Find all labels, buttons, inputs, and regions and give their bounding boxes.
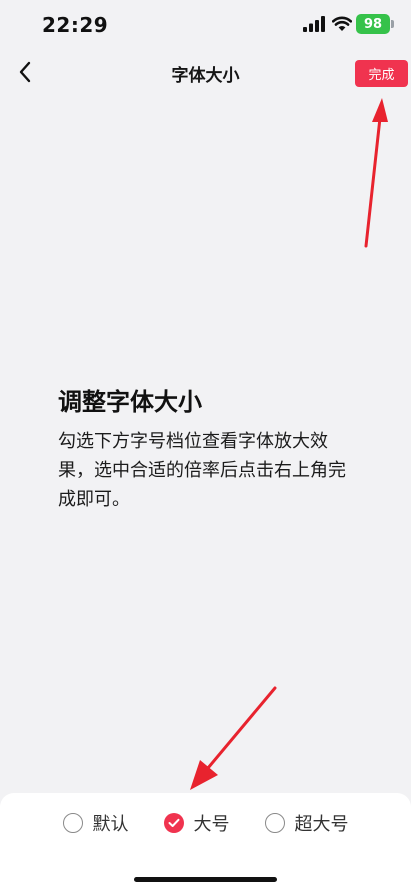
battery-level: 98	[363, 16, 383, 32]
content-heading: 调整字体大小	[58, 388, 202, 416]
content-description: 勾选下方字号档位查看字体放大效果，选中合适的倍率后点击右上角完成即可。	[58, 431, 346, 510]
nav-bar: 字体大小	[0, 50, 411, 96]
status-time: 22:29	[42, 13, 109, 37]
font-size-options: 默认 大号 超大号	[0, 810, 411, 836]
option-default[interactable]: 默认	[62, 810, 129, 836]
battery-icon: 98	[356, 14, 390, 34]
battery-cap	[391, 20, 394, 28]
home-indicator	[134, 877, 277, 882]
signal-icon	[303, 16, 325, 32]
radio-unchecked-icon[interactable]	[62, 813, 83, 833]
option-label: 默认	[92, 814, 129, 835]
option-label: 超大号	[294, 814, 349, 835]
option-extra-large[interactable]: 超大号	[264, 810, 349, 836]
wifi-icon	[332, 16, 352, 31]
status-bar: 22:29 98	[0, 0, 411, 50]
radio-checked-icon[interactable]	[163, 813, 184, 833]
option-label: 大号	[193, 814, 230, 835]
arrow-to-done-button	[364, 98, 388, 248]
arrow-to-large-option	[190, 686, 277, 790]
done-button[interactable]: 完成	[355, 60, 408, 87]
radio-unchecked-icon[interactable]	[264, 813, 285, 833]
checkmark-icon	[168, 818, 179, 827]
page-title: 字体大小	[171, 66, 240, 86]
font-size-settings-screen: 22:29 98 字体大小 完成 调整字体大小 勾选下方字号档位查看字体放大效果…	[0, 0, 411, 891]
option-large[interactable]: 大号	[163, 810, 230, 836]
